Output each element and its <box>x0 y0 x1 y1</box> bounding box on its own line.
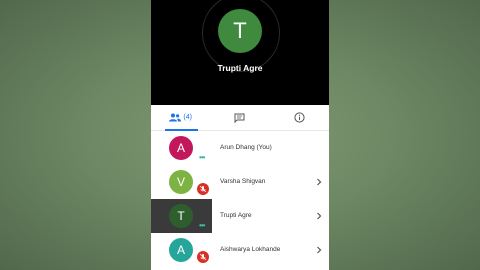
participant-row[interactable]: A Aishwarya Lokhande <box>151 233 329 267</box>
chevron-right-icon[interactable] <box>316 212 322 220</box>
tab-chat[interactable] <box>210 105 269 130</box>
mic-off-icon <box>197 251 209 263</box>
avatar: V <box>169 170 193 194</box>
avatar-cell: A ••• <box>151 131 212 165</box>
avatar-cell: V <box>151 165 212 199</box>
info-icon <box>294 112 305 123</box>
avatar: T <box>169 204 193 228</box>
speaking-dots-icon: ••• <box>199 153 205 162</box>
tab-info[interactable] <box>270 105 329 130</box>
chevron-right-icon[interactable] <box>316 246 322 254</box>
participant-list: A ••• Arun Dhang (You) V Varsha Shigvan <box>151 131 329 267</box>
participant-name: Varsha Shigvan <box>220 178 266 185</box>
people-icon <box>169 113 182 122</box>
mic-off-icon <box>197 183 209 195</box>
participant-row[interactable]: V Varsha Shigvan <box>151 165 329 199</box>
avatar-cell: A <box>151 233 212 267</box>
meeting-panel: T Trupti Agre (4) A ••• Arun Dhang (You)… <box>151 0 329 270</box>
people-count: (4) <box>183 114 192 121</box>
panel-tabs: (4) <box>151 105 329 131</box>
speaking-dots-icon: ••• <box>199 221 205 230</box>
presenter-avatar: T <box>218 9 262 53</box>
participant-name: Trupti Agre <box>220 212 252 219</box>
avatar: A <box>169 136 193 160</box>
avatar-cell: T ••• <box>151 199 212 233</box>
presenter-name: Trupti Agre <box>217 63 263 73</box>
avatar: A <box>169 238 193 262</box>
chevron-right-icon[interactable] <box>316 178 322 186</box>
participant-row[interactable]: T ••• Trupti Agre <box>151 199 329 233</box>
participant-name: Arun Dhang (You) <box>220 144 272 151</box>
tab-people[interactable]: (4) <box>151 105 210 131</box>
chat-icon <box>234 113 245 123</box>
participant-row[interactable]: A ••• Arun Dhang (You) <box>151 131 329 165</box>
participant-name: Aishwarya Lokhande <box>220 246 281 253</box>
presenter-stage: T Trupti Agre <box>151 0 329 105</box>
